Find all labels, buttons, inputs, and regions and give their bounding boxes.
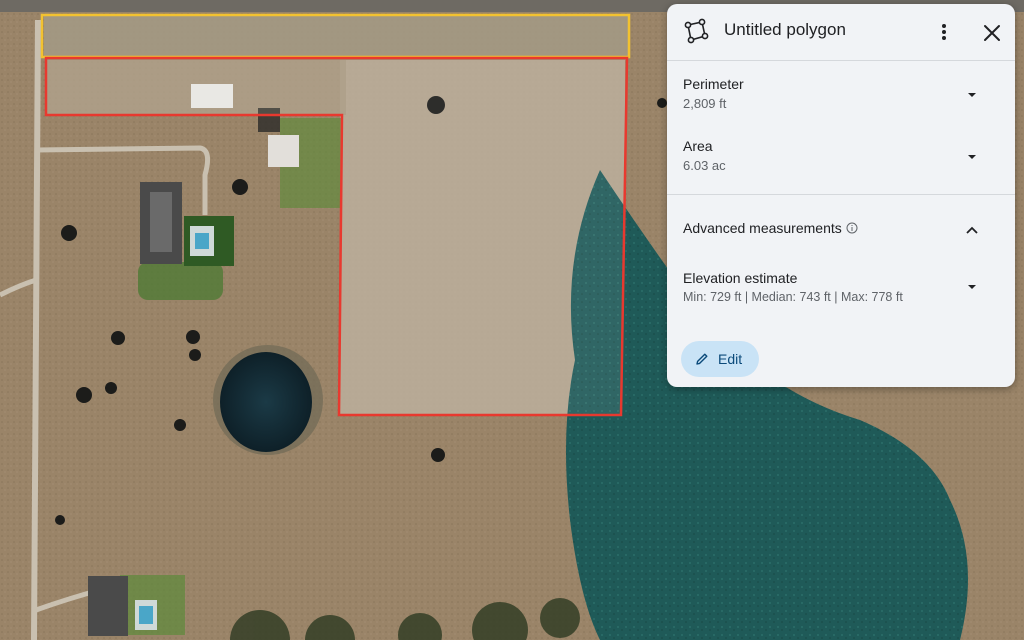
- edit-button[interactable]: Edit: [681, 341, 759, 377]
- measurement-panel: Untitled polygon Perimeter 2,809 ft Area…: [667, 4, 1015, 387]
- chevron-down-icon[interactable]: [963, 278, 981, 296]
- chevron-down-icon[interactable]: [963, 148, 981, 166]
- edit-label: Edit: [718, 351, 743, 367]
- perimeter-value: 2,809 ft: [683, 96, 727, 111]
- advanced-measurements-heading: Advanced measurements: [683, 220, 858, 236]
- area-value: 6.03 ac: [683, 158, 726, 173]
- elevation-label: Elevation estimate: [683, 270, 798, 286]
- advanced-measurements-row[interactable]: Advanced measurements: [667, 210, 1015, 244]
- panel-title: Untitled polygon: [724, 20, 846, 39]
- advanced-measurements-label: Advanced measurements: [683, 220, 842, 236]
- pencil-icon: [696, 353, 708, 365]
- info-icon[interactable]: [846, 222, 858, 234]
- chevron-up-icon[interactable]: [963, 222, 981, 240]
- chevron-down-icon[interactable]: [963, 86, 981, 104]
- area-row[interactable]: Area 6.03 ac: [667, 130, 1015, 184]
- close-icon[interactable]: [979, 18, 1005, 46]
- elevation-row[interactable]: Elevation estimate Min: 729 ft | Median:…: [667, 262, 1015, 314]
- more-vert-icon[interactable]: [933, 18, 955, 46]
- shed: [268, 135, 299, 167]
- perimeter-row[interactable]: Perimeter 2,809 ft: [667, 68, 1015, 122]
- polygon-icon: [684, 18, 709, 44]
- elevation-value: Min: 729 ft | Median: 743 ft | Max: 778 …: [683, 290, 903, 304]
- perimeter-label: Perimeter: [683, 76, 744, 92]
- divider: [667, 60, 1015, 61]
- map-viewport[interactable]: Untitled polygon Perimeter 2,809 ft Area…: [0, 0, 1024, 640]
- pool: [195, 233, 209, 249]
- panel-header: Untitled polygon: [667, 4, 1015, 60]
- left-road: [31, 19, 41, 640]
- pond: [220, 352, 312, 452]
- parcel-strip: [44, 16, 628, 56]
- divider: [667, 194, 1015, 195]
- area-label: Area: [683, 138, 713, 154]
